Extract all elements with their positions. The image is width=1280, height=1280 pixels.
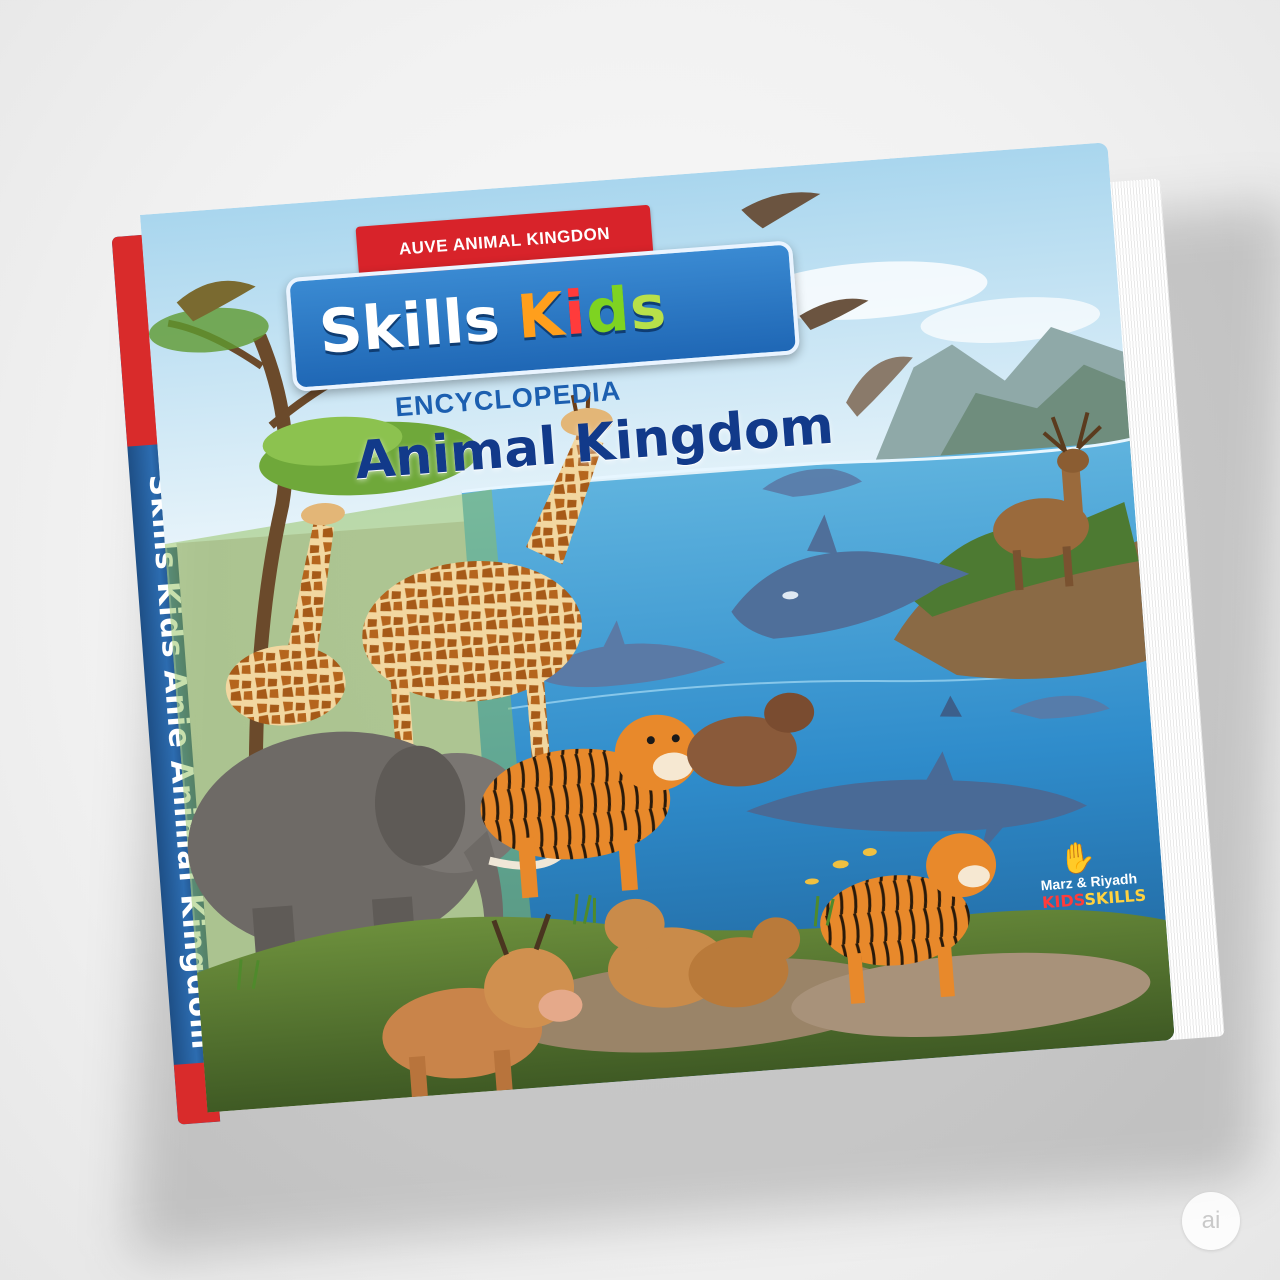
book: Skills Kids Anie Animal Kingdom AUVE ANI… [111,139,1225,1125]
title-kids: Kids [515,272,670,353]
book-cover: AUVE ANIMAL KINGDON Skills Kids ENCYCLOP… [140,142,1175,1113]
title-kids-letter: K [514,279,568,353]
publisher-logo: ✋ Marz & Riyadh KIDSSKILLS [1038,840,1147,913]
ai-watermark-badge: ai [1182,1192,1240,1250]
title-skills: Skills [316,284,502,368]
scene: Skills Kids Anie Animal Kingdom AUVE ANI… [0,0,1280,1280]
publisher-brand-kids: KIDS [1041,890,1086,913]
title-kids-letter: d [583,274,633,348]
title-kids-letter: s [627,271,670,345]
